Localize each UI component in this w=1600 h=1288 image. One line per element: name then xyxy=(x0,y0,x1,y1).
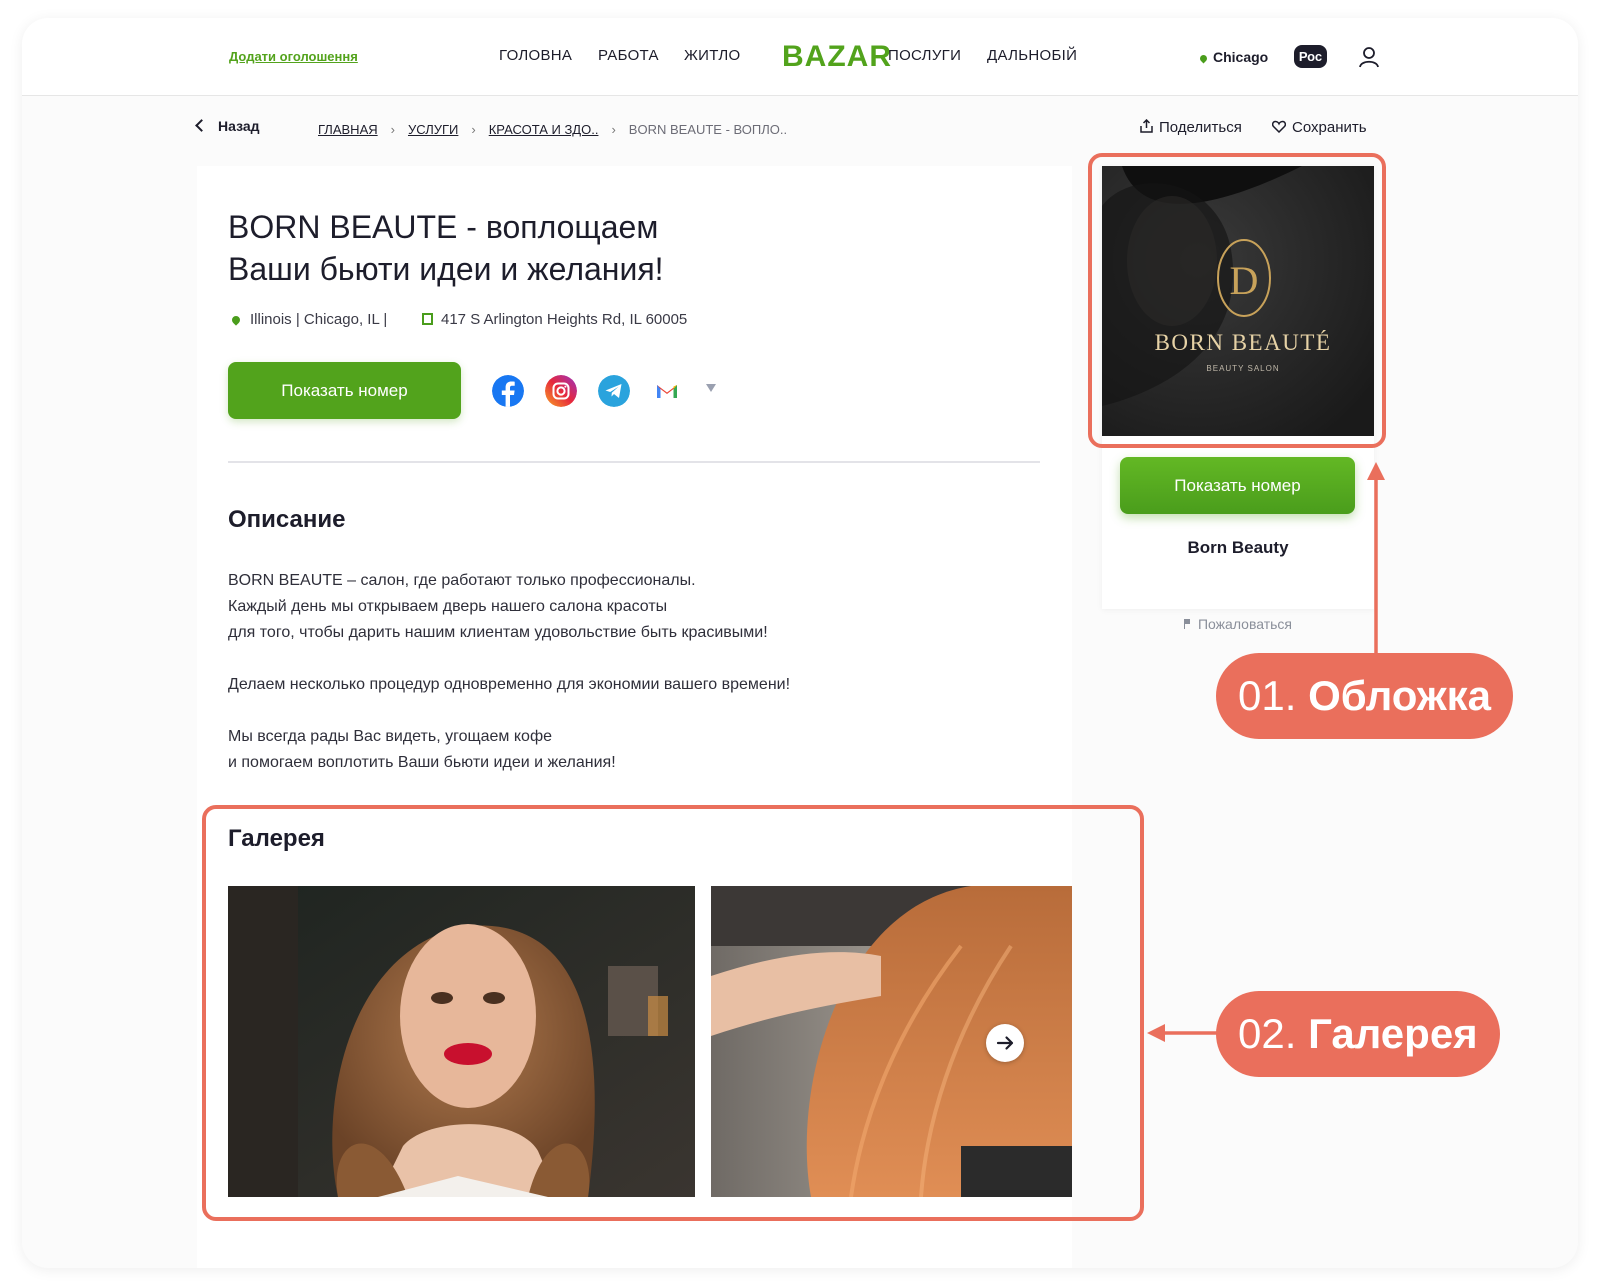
page-frame: Додати оголошення ГОЛОВНА РАБОТА ЖИТЛО B… xyxy=(22,18,1578,1268)
annotation-title: Галерея xyxy=(1308,1010,1478,1057)
annotation-label-gallery: 02. Галерея xyxy=(1216,991,1500,1077)
annotation-label-cover: 01. Обложка xyxy=(1216,653,1514,739)
annotation-title: Обложка xyxy=(1308,672,1492,719)
annotation-arrows xyxy=(1147,462,1385,1042)
annotation-number: 01. xyxy=(1238,672,1297,719)
annotation-number: 02. xyxy=(1238,1010,1297,1057)
